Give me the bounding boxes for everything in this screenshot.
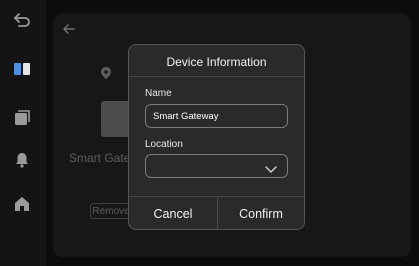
chevron-down-icon	[265, 161, 277, 179]
location-select[interactable]	[145, 154, 288, 178]
name-input[interactable]	[146, 105, 287, 127]
cancel-button[interactable]: Cancel	[129, 197, 217, 230]
bell-icon[interactable]	[8, 148, 36, 172]
name-field[interactable]	[145, 104, 288, 128]
location-label: Location	[145, 139, 183, 150]
confirm-button[interactable]: Confirm	[218, 197, 304, 230]
dialog-title: Device Information	[166, 55, 267, 69]
divider	[129, 76, 304, 77]
back-icon[interactable]	[8, 8, 36, 32]
name-label: Name	[145, 88, 172, 99]
home-icon[interactable]	[8, 192, 36, 216]
devices-icon[interactable]	[8, 57, 36, 81]
device-information-dialog: Device Information Name Location Cancel …	[128, 44, 305, 230]
scenes-icon[interactable]	[8, 106, 36, 130]
sidebar	[0, 0, 46, 266]
